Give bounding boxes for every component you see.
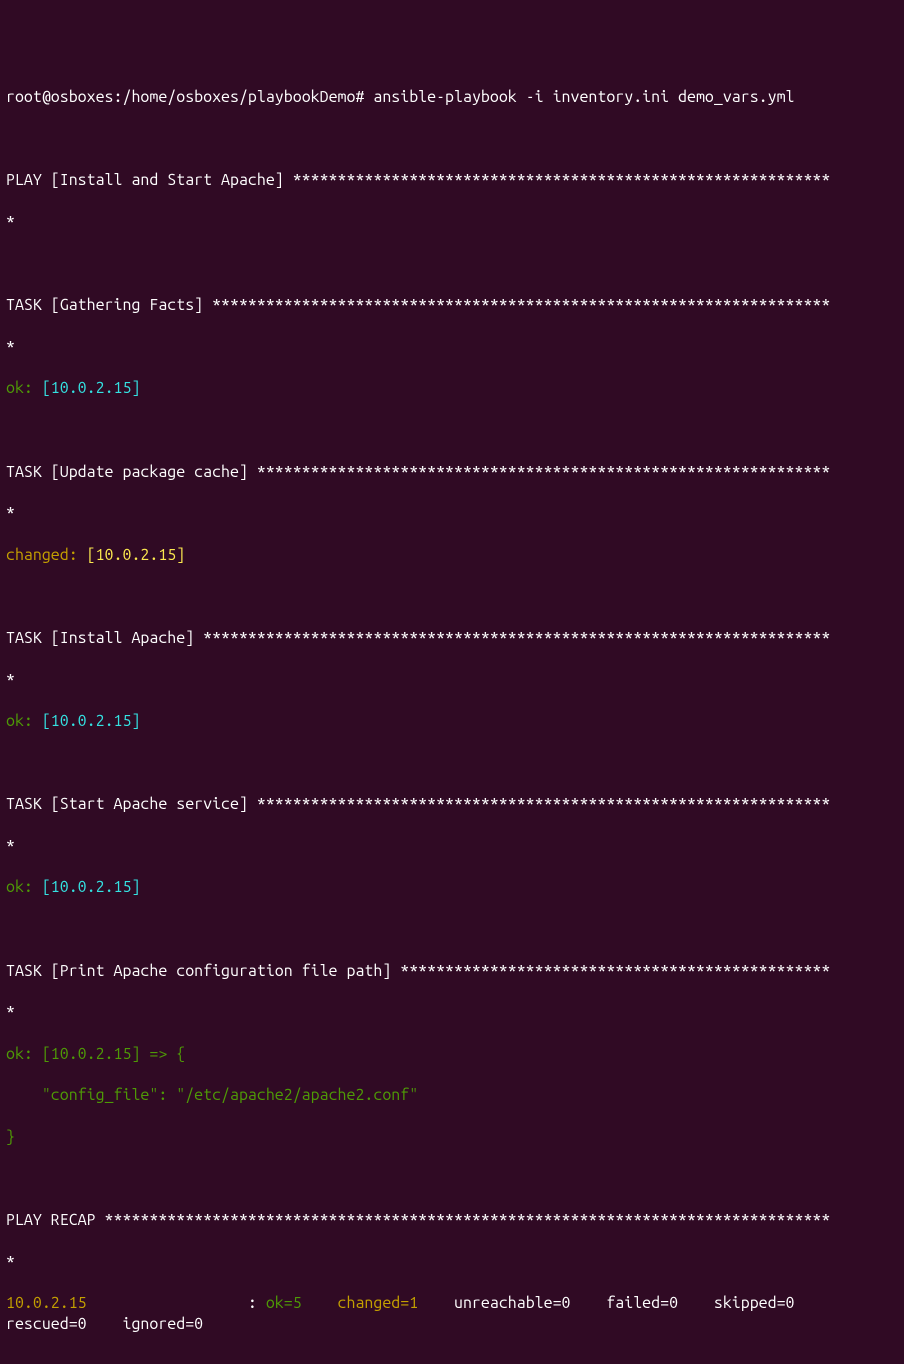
task-status: ok: [10.0.2.15] [6, 877, 898, 898]
recap-unreachable: unreachable=0 [454, 1294, 570, 1312]
recap-pad [87, 1294, 248, 1312]
recap-changed: changed=1 [338, 1294, 419, 1312]
task-header: TASK [Gathering Facts] *****************… [6, 295, 898, 316]
recap-ok: ok=5 [266, 1294, 302, 1312]
recap-rescued: rescued=0 [6, 1315, 87, 1333]
task-header: TASK [Start Apache service] ************… [6, 794, 898, 815]
task-status: ok: [10.0.2.15] [6, 378, 898, 399]
task-header: TASK [Print Apache configuration file pa… [6, 961, 898, 982]
task-status: changed: [10.0.2.15] [6, 545, 898, 566]
play-header-wrap: * [6, 212, 898, 233]
status-ok: ok: [6, 379, 42, 397]
task-header: TASK [Install Apache] ******************… [6, 628, 898, 649]
status-ok: ok: [6, 878, 42, 896]
blank-line [6, 919, 898, 940]
status-host: [10.0.2.15] [87, 546, 186, 564]
blank-line [6, 420, 898, 441]
status-changed: changed: [6, 546, 87, 564]
task-header-wrap: * [6, 1002, 898, 1023]
blank-line [6, 1169, 898, 1190]
task-header: TASK [Update package cache] ************… [6, 462, 898, 483]
blank-line [6, 586, 898, 607]
recap-colon: : [248, 1294, 266, 1312]
recap-skipped: skipped=0 [714, 1294, 795, 1312]
debug-line1: ok: [10.0.2.15] => { [6, 1044, 898, 1065]
recap-header-wrap: * [6, 1252, 898, 1273]
debug-line2: "config_file": "/etc/apache2/apache2.con… [6, 1085, 898, 1106]
status-host: [10.0.2.15] [42, 878, 141, 896]
recap-ignored: ignored=0 [122, 1315, 203, 1333]
prompt-user-host: root@osboxes [6, 88, 114, 106]
recap-line: 10.0.2.15 : ok=5 changed=1 unreachable=0… [6, 1293, 898, 1335]
task-header-wrap: * [6, 503, 898, 524]
recap-host: 10.0.2.15 [6, 1294, 87, 1312]
status-ok: ok: [6, 712, 42, 730]
prompt-path: :/home/osboxes/playbookDemo# [114, 88, 365, 106]
task-header-wrap: * [6, 670, 898, 691]
terminal-window[interactable]: { "prompt": { "user_host": "root@osboxes… [0, 0, 904, 682]
task-status: ok: [10.0.2.15] [6, 711, 898, 732]
status-host: [10.0.2.15] [42, 712, 141, 730]
command-prompt-line: root@osboxes:/home/osboxes/playbookDemo#… [6, 87, 898, 108]
blank-line [6, 753, 898, 774]
command-text: ansible-playbook -i inventory.ini demo_v… [364, 88, 794, 106]
blank-line [6, 254, 898, 275]
task-header-wrap: * [6, 337, 898, 358]
blank-line [6, 129, 898, 150]
recap-failed: failed=0 [606, 1294, 678, 1312]
recap-header: PLAY RECAP *****************************… [6, 1210, 898, 1231]
play-header: PLAY [Install and Start Apache] ********… [6, 170, 898, 191]
task-header-wrap: * [6, 836, 898, 857]
debug-line3: } [6, 1127, 898, 1148]
status-host: [10.0.2.15] [42, 379, 141, 397]
